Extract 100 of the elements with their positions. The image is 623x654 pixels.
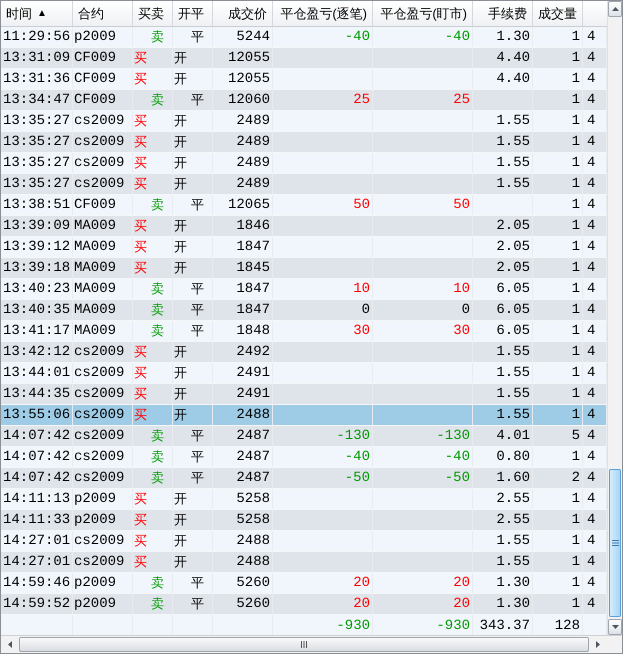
table-row[interactable]: 13:35:27 cs2009 买 开 2489 1.55 1 4 xyxy=(1,111,607,132)
table-cell: 2.55 xyxy=(496,513,530,527)
table-row[interactable]: 14:11:33 p2009 买 开 5258 2.55 1 4 xyxy=(1,510,607,531)
table-cell: 1 xyxy=(572,366,580,380)
table-cell: cs2009 xyxy=(74,114,124,128)
table-cell: 买 xyxy=(134,492,147,506)
table-cell: 开 xyxy=(174,220,187,232)
table-row[interactable]: 13:40:23 MA009 卖 平 1847 10 10 6.05 1 4 xyxy=(1,279,607,300)
table-row[interactable]: 13:44:35 cs2009 买 开 2491 1.55 1 4 xyxy=(1,384,607,405)
scroll-thumb[interactable] xyxy=(19,637,589,652)
table-cell: 2489 xyxy=(236,135,270,149)
table-cell: 2489 xyxy=(236,114,270,128)
table-row[interactable]: 14:27:01 cs2009 买 开 2488 1.55 1 4 xyxy=(1,531,607,552)
table-row[interactable]: 14:27:01 cs2009 买 开 2488 1.55 1 4 xyxy=(1,552,607,573)
table-cell: 2491 xyxy=(236,366,270,380)
table-row[interactable]: 13:31:36 CF009 买 开 12055 4.40 1 4 xyxy=(1,69,607,90)
table-row[interactable]: 13:39:18 MA009 买 开 1845 2.05 1 4 xyxy=(1,258,607,279)
table-row[interactable]: 13:40:35 MA009 卖 平 1847 0 0 6.05 1 4 xyxy=(1,300,607,321)
table-cell: 4 xyxy=(587,219,596,233)
table-cell: 13:31:36 xyxy=(3,72,70,86)
column-header[interactable]: 合约 xyxy=(73,1,133,26)
table-cell: 卖 xyxy=(151,324,164,338)
table-row[interactable]: 13:35:27 cs2009 买 开 2489 1.55 1 4 xyxy=(1,153,607,174)
table-cell: 买 xyxy=(134,240,147,254)
table-row[interactable]: 14:07:42 cs2009 卖 平 2487 -130 -130 4.01 5 4 xyxy=(1,426,607,447)
column-header[interactable]: 买卖 xyxy=(133,1,173,26)
table-cell: 11:29:56 xyxy=(3,30,70,44)
table-cell: 2489 xyxy=(236,156,270,170)
table-row[interactable]: 13:39:12 MA009 买 开 1847 2.05 1 4 xyxy=(1,237,607,258)
table-row[interactable]: 13:35:27 cs2009 买 开 2489 1.55 1 4 xyxy=(1,174,607,195)
table-cell: 5258 xyxy=(236,513,270,527)
table-cell: 开 xyxy=(174,388,187,400)
table-cell: 开 xyxy=(174,556,187,568)
horizontal-scrollbar[interactable] xyxy=(1,635,622,653)
right-arrow-icon xyxy=(596,641,600,648)
table-cell: 买 xyxy=(134,72,147,86)
table-cell: 1 xyxy=(572,177,580,191)
grip-icon xyxy=(301,641,307,648)
table-row[interactable]: 14:59:52 p2009 卖 平 5260 20 20 1.30 1 4 xyxy=(1,594,607,615)
table-row[interactable]: 13:44:01 cs2009 买 开 2491 1.55 1 4 xyxy=(1,363,607,384)
table-cell: CF009 xyxy=(74,198,116,212)
table-cell: 1.55 xyxy=(496,387,530,401)
table-row[interactable]: 14:07:42 cs2009 卖 平 2487 -40 -40 0.80 1 4 xyxy=(1,447,607,468)
column-header[interactable]: 开平 xyxy=(173,1,213,26)
table-cell: 1 xyxy=(572,576,580,590)
table-cell: 1.30 xyxy=(496,597,530,611)
table-cell: 平 xyxy=(191,324,204,338)
table-cell: 开 xyxy=(174,178,187,190)
column-header[interactable]: 成交价 xyxy=(213,1,273,26)
column-header[interactable]: 平仓盈亏(盯市) xyxy=(373,1,473,26)
table-cell: 2488 xyxy=(236,534,270,548)
table-cell: 开 xyxy=(174,136,187,148)
table-row[interactable]: 13:38:51 CF009 卖 平 12065 50 50 1 4 xyxy=(1,195,607,216)
column-header[interactable]: 平仓盈亏(逐笔) xyxy=(273,1,373,26)
table-cell: 12065 xyxy=(228,198,270,212)
table-row[interactable]: 13:35:27 cs2009 买 开 2489 1.55 1 4 xyxy=(1,132,607,153)
table-cell: 2491 xyxy=(236,387,270,401)
table-row[interactable]: 14:07:42 cs2009 卖 平 2487 -50 -50 1.60 2 4 xyxy=(1,468,607,489)
table-cell: 1.55 xyxy=(496,345,530,359)
table-cell: 卖 xyxy=(151,282,164,296)
table-row[interactable]: 13:39:09 MA009 买 开 1846 2.05 1 4 xyxy=(1,216,607,237)
table-cell: cs2009 xyxy=(74,555,124,569)
table-row[interactable]: 11:29:56 p2009 卖 平 5244 -40 -40 1.30 1 4 xyxy=(1,27,607,48)
table-cell: 买 xyxy=(134,346,147,358)
table-row[interactable]: 13:31:09 CF009 买 开 12055 4.40 1 4 xyxy=(1,48,607,69)
vertical-scrollbar[interactable] xyxy=(607,1,622,635)
table-cell: MA009 xyxy=(74,219,116,233)
table-cell: 20 xyxy=(353,597,370,611)
table-row[interactable]: 13:41:17 MA009 卖 平 1848 30 30 6.05 1 4 xyxy=(1,321,607,342)
table-cell: 5260 xyxy=(236,576,270,590)
table-cell: 1.55 xyxy=(496,534,530,548)
table-row[interactable]: 14:59:46 p2009 卖 平 5260 20 20 1.30 1 4 xyxy=(1,573,607,594)
table-cell: 1846 xyxy=(236,219,270,233)
column-header[interactable]: 时间 ▲ xyxy=(1,1,73,26)
table-cell: 1 xyxy=(572,135,580,149)
table-row[interactable]: 13:34:47 CF009 卖 平 12060 25 25 1 4 xyxy=(1,90,607,111)
table-cell: -930 xyxy=(436,618,470,632)
table-cell: 1847 xyxy=(236,303,270,317)
table-row[interactable]: 13:42:12 cs2009 买 开 2492 1.55 1 4 xyxy=(1,342,607,363)
column-header[interactable]: 成交量 xyxy=(533,1,583,26)
table-cell: 卖 xyxy=(151,450,164,464)
sort-indicator: ▲ xyxy=(37,7,47,21)
table-cell: 13:39:12 xyxy=(3,240,70,254)
table-row[interactable]: 14:11:13 p2009 买 开 5258 2.55 1 4 xyxy=(1,489,607,510)
table-cell: 2492 xyxy=(236,345,270,359)
scroll-thumb[interactable] xyxy=(609,469,621,617)
table-cell: 买 xyxy=(134,114,147,128)
table-cell: 10 xyxy=(453,282,470,296)
scroll-down-button[interactable] xyxy=(608,619,622,635)
table-cell: 买 xyxy=(134,514,147,526)
table-cell: 4 xyxy=(587,534,596,548)
table-cell: 50 xyxy=(453,198,470,212)
table-cell: 0 xyxy=(462,303,470,317)
table-cell: 1.55 xyxy=(496,366,530,380)
table-row[interactable]: 13:55:06 cs2009 买 开 2488 1.55 1 4 xyxy=(1,405,607,426)
scroll-up-button[interactable] xyxy=(608,1,622,17)
table-cell: 开 xyxy=(174,534,187,548)
table-cell: 14:07:42 xyxy=(3,450,70,464)
column-header[interactable]: 手续费 xyxy=(473,1,533,26)
table-cell: -40 xyxy=(344,450,370,464)
